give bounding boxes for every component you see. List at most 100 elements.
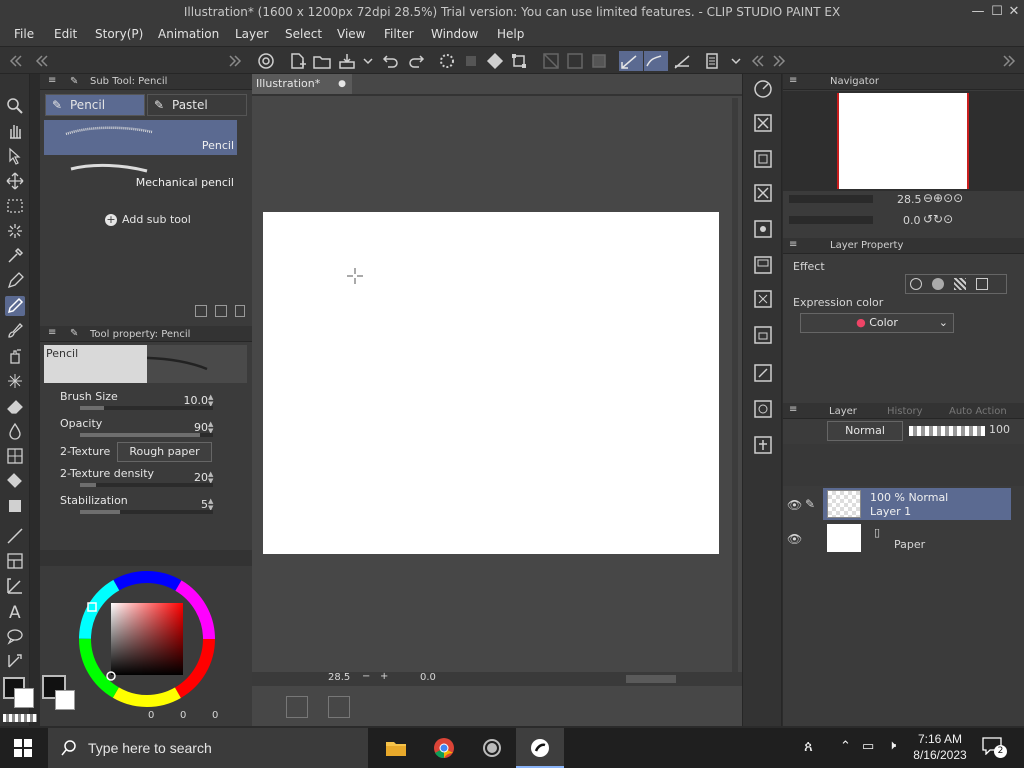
tab-layer[interactable]: Layer xyxy=(829,406,857,417)
canvas-area[interactable]: Illustration* ● 28.5 − + 0.0 xyxy=(252,74,742,726)
tab-history[interactable]: History xyxy=(887,406,923,417)
auto-select-icon[interactable] xyxy=(5,221,25,241)
frame-border-icon[interactable] xyxy=(5,551,25,571)
menu-help[interactable]: Help xyxy=(497,27,524,41)
brush-size-slider[interactable] xyxy=(80,406,213,410)
eyedropper-icon[interactable] xyxy=(5,246,25,266)
transparent-color-swatch[interactable] xyxy=(3,714,37,722)
canvas-paper[interactable] xyxy=(263,212,719,554)
grid-icon[interactable] xyxy=(541,51,561,71)
chevron-up-icon[interactable]: ⌃ xyxy=(840,738,851,754)
material-icon[interactable] xyxy=(752,112,774,134)
trash-icon[interactable] xyxy=(235,305,245,317)
gradient-icon[interactable] xyxy=(5,496,25,516)
navigator-zoom-value[interactable]: 28.5 xyxy=(897,193,922,206)
balloon-icon[interactable] xyxy=(5,626,25,646)
fill-bucket-icon[interactable] xyxy=(5,446,25,466)
bucket-icon[interactable] xyxy=(5,471,25,491)
zoom-out-icon[interactable]: − xyxy=(362,671,370,682)
color-wheel[interactable] xyxy=(78,570,216,708)
horizontal-scrollbar[interactable] xyxy=(626,675,676,683)
ruler-icon[interactable] xyxy=(565,51,585,71)
tablet-icon[interactable] xyxy=(702,51,722,71)
notification-icon[interactable]: 2 xyxy=(982,737,1008,759)
menu-filter[interactable]: Filter xyxy=(384,27,414,41)
fit-view-icon[interactable] xyxy=(328,696,350,718)
collapse-left-icon[interactable] xyxy=(746,51,766,71)
hand-icon[interactable] xyxy=(5,121,25,141)
clip-studio-icon[interactable] xyxy=(256,51,276,71)
prop-opacity[interactable]: Opacity 90 ▲ ▼ xyxy=(52,415,237,442)
menu-animation[interactable]: Animation xyxy=(158,27,219,41)
collapse-right-icon[interactable] xyxy=(770,51,790,71)
document-tab[interactable]: Illustration* ● xyxy=(252,74,352,94)
decoration-icon[interactable] xyxy=(5,371,25,391)
fill-icon[interactable] xyxy=(485,51,505,71)
move-layer-icon[interactable] xyxy=(5,171,25,191)
extract-line-icon[interactable] xyxy=(932,278,944,290)
snap-ruler-icon[interactable] xyxy=(619,51,643,71)
navigator-view-frame[interactable] xyxy=(837,93,969,189)
collapse-left-icon[interactable] xyxy=(4,51,24,71)
navigator-icon[interactable] xyxy=(752,78,774,100)
prop-stabilization[interactable]: Stabilization 5 ▲ ▼ xyxy=(52,492,237,519)
clear-icon[interactable] xyxy=(461,51,481,71)
clock-time[interactable]: 7:16 AM xyxy=(914,732,966,746)
opacity-slider[interactable] xyxy=(80,433,213,437)
text-icon[interactable]: A xyxy=(5,601,25,623)
frame-icon[interactable] xyxy=(589,51,609,71)
new-file-icon[interactable] xyxy=(287,51,307,71)
subtool-item-pencil[interactable]: Pencil xyxy=(44,120,237,155)
zoom-buttons-icon[interactable]: ⊖⊕⊙⊙ xyxy=(923,191,963,205)
opacity-bar[interactable] xyxy=(909,426,985,436)
operation-icon[interactable] xyxy=(5,146,25,166)
volume-icon[interactable]: 🕨 xyxy=(888,737,896,753)
navigator-rotate-slider[interactable] xyxy=(789,216,873,224)
canvas-rotate-value[interactable]: 0.0 xyxy=(420,672,436,683)
people-icon[interactable]: ጰ xyxy=(804,738,813,755)
collapse-left-icon[interactable] xyxy=(30,51,50,71)
zoom-icon[interactable] xyxy=(5,96,25,116)
collapse-right-icon[interactable] xyxy=(226,51,246,71)
brush-icon[interactable] xyxy=(5,321,25,341)
texture-density-slider[interactable] xyxy=(80,483,213,487)
material-character-icon[interactable] xyxy=(752,434,774,456)
menu-lines-icon[interactable]: ≡ xyxy=(789,404,797,415)
chrome-icon[interactable] xyxy=(420,728,468,768)
canvas-zoom-value[interactable]: 28.5 xyxy=(328,672,350,683)
taskbar-search-box[interactable]: Type here to search xyxy=(48,728,368,768)
line-icon[interactable] xyxy=(5,526,25,546)
navigator-preview[interactable] xyxy=(783,91,1024,191)
menu-story[interactable]: Story(P) xyxy=(95,27,143,41)
open-folder-icon[interactable] xyxy=(312,51,332,71)
import-icon[interactable] xyxy=(195,305,207,317)
tab-pencil[interactable]: ✎ Pencil xyxy=(45,94,145,116)
menu-lines-icon[interactable]: ≡ xyxy=(48,75,56,86)
stabilization-slider[interactable] xyxy=(80,510,213,514)
blend-icon[interactable] xyxy=(5,421,25,441)
material-image-icon[interactable] xyxy=(752,148,774,170)
blend-mode-dropdown[interactable]: Normal xyxy=(827,421,903,441)
panel-toggle-icon[interactable] xyxy=(286,696,308,718)
material-pattern-icon[interactable] xyxy=(752,182,774,204)
material-3d-icon[interactable] xyxy=(752,324,774,346)
material-effect-icon[interactable] xyxy=(752,288,774,310)
menu-lines-icon[interactable]: ≡ xyxy=(789,239,797,250)
undo-icon[interactable] xyxy=(381,51,401,71)
close-button[interactable]: ✕ xyxy=(1002,2,1024,22)
layer-color-icon[interactable] xyxy=(976,278,988,290)
tab-pastel[interactable]: ✎ Pastel xyxy=(147,94,247,116)
prop-texture-density[interactable]: 2-Texture density 20 ▲ ▼ xyxy=(52,465,237,492)
clip-studio-paint-app-icon[interactable] xyxy=(516,728,564,768)
network-icon[interactable]: ▭ xyxy=(862,738,874,754)
vertical-scrollbar[interactable] xyxy=(732,98,738,686)
material-tone-icon[interactable] xyxy=(752,218,774,240)
eye-icon[interactable]: 👁 xyxy=(787,532,802,546)
material-object-icon[interactable] xyxy=(752,398,774,420)
menu-file[interactable]: File xyxy=(14,27,34,41)
tab-auto-action[interactable]: Auto Action xyxy=(949,406,1007,417)
texture-dropdown[interactable]: Rough paper xyxy=(117,442,212,462)
menu-window[interactable]: Window xyxy=(431,27,478,41)
loading-icon[interactable] xyxy=(437,51,457,71)
snap-grid-icon[interactable] xyxy=(672,51,692,71)
